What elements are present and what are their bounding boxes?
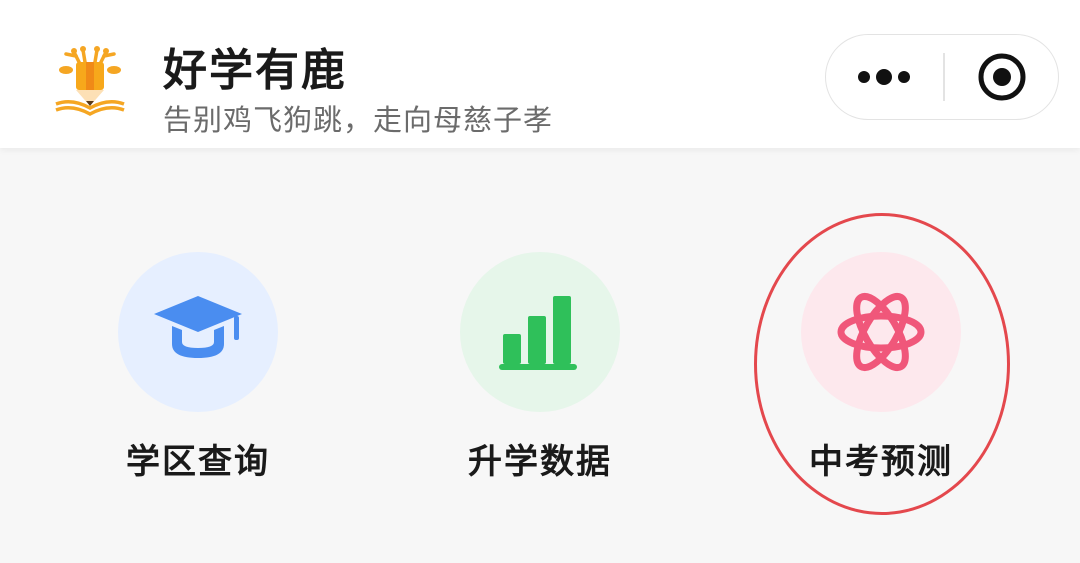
bar-chart-icon: [499, 296, 577, 370]
target-circle-icon: [978, 53, 1025, 101]
app-title: 好学有鹿: [163, 45, 347, 96]
mini-program-header: 好学有鹿 告别鸡飞狗跳，走向母慈子孝: [0, 0, 1080, 148]
menu-item-label: 升学数据: [468, 442, 612, 482]
app-subtitle: 告别鸡飞狗跳，走向母慈子孝: [163, 103, 554, 137]
icon-circle: [118, 252, 278, 412]
menu-item-label: 学区查询: [126, 442, 270, 482]
app-logo-icon: [52, 40, 128, 117]
menu-item-admission-data[interactable]: 升学数据: [420, 252, 660, 492]
capsule-menu: [825, 34, 1059, 120]
menu-item-school-district[interactable]: 学区查询: [78, 252, 318, 492]
more-dots-icon: [858, 69, 910, 85]
close-button[interactable]: [945, 35, 1058, 119]
red-highlight-annotation: [754, 213, 1010, 515]
icon-circle: [460, 252, 620, 412]
more-button[interactable]: [826, 35, 942, 119]
graduation-cap-icon: [154, 296, 242, 358]
